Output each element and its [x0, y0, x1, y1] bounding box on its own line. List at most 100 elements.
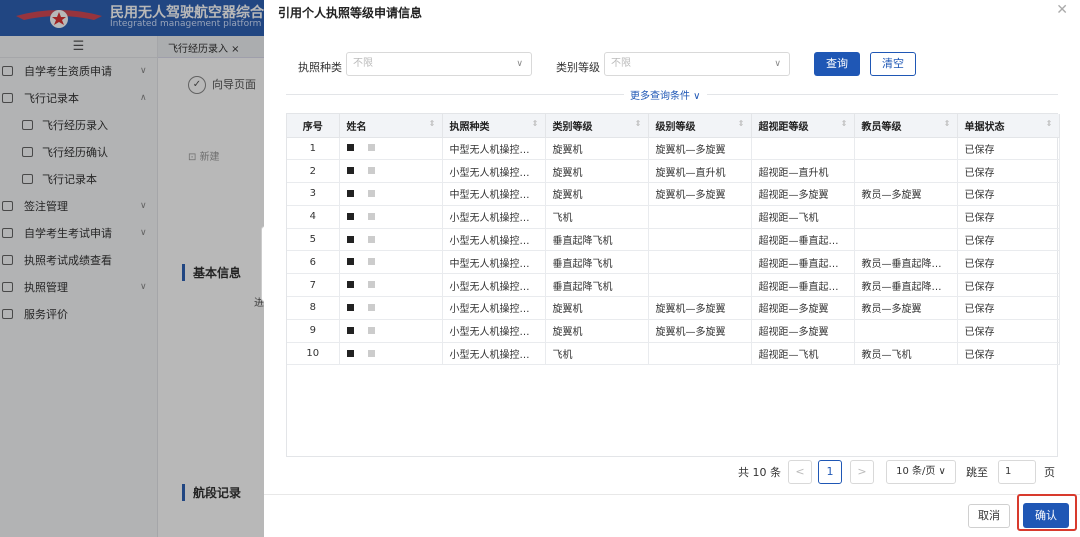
table-row[interactable]: 1 中型无人机操控… 旋翼机 旋翼机—多旋翼 已保存	[287, 137, 1060, 161]
cell-name-masked	[339, 182, 443, 206]
col-header-label: 执照种类	[449, 121, 490, 133]
sort-icon[interactable]: ⇕	[944, 119, 951, 128]
table-cell: 旋翼机—多旋翼	[648, 319, 752, 343]
jump-label: 跳至	[966, 466, 988, 479]
query-button[interactable]: 查询	[814, 52, 860, 76]
redaction-mask	[346, 303, 354, 311]
table-row[interactable]: 4 小型无人机操控… 飞机 超视距—飞机 已保存	[287, 205, 1060, 229]
table-cell	[751, 137, 855, 161]
cell-name-masked	[339, 296, 443, 320]
cell-index: 5	[287, 228, 340, 252]
col-header-level-grade[interactable]: 级别等级 ⇕	[648, 114, 752, 138]
table-cell: 超视距—垂直起…	[751, 273, 855, 298]
redaction-mask	[367, 189, 375, 197]
redaction-mask	[346, 189, 354, 197]
clear-button[interactable]: 清空	[870, 52, 916, 76]
table-cell: 已保存	[957, 137, 1060, 161]
table-header-row: 序号 姓名 ⇕ 执照种类 ⇕ 类别等级 ⇕ 级别等级 ⇕ 超视距等级 ⇕ 教员等级 ⇕ 单据…	[287, 114, 1060, 138]
jump-page-input[interactable]: 1	[998, 460, 1036, 484]
table-row[interactable]: 8 小型无人机操控… 旋翼机 旋翼机—多旋翼 超视距—多旋翼 教员—多旋翼 已保存	[287, 296, 1060, 320]
confirm-button[interactable]: 确认	[1023, 503, 1069, 528]
cell-index: 10	[287, 342, 340, 366]
col-header-category-grade[interactable]: 类别等级 ⇕	[545, 114, 649, 138]
cancel-button[interactable]: 取消	[968, 504, 1010, 528]
col-header-license-type[interactable]: 执照种类 ⇕	[442, 114, 546, 138]
redaction-mask	[367, 167, 375, 175]
table-cell: 超视距—直升机	[751, 159, 855, 184]
table-cell: 飞机	[545, 205, 649, 229]
table-cell: 小型无人机操控…	[442, 159, 546, 184]
table-cell: 超视距—飞机	[751, 205, 855, 229]
sort-icon[interactable]: ⇕	[1046, 119, 1053, 128]
table-cell: 已保存	[957, 182, 1060, 206]
table-cell: 中型无人机操控…	[442, 137, 546, 161]
table-cell: 超视距—垂直起…	[751, 228, 855, 252]
table-row[interactable]: 10 小型无人机操控… 飞机 超视距—飞机 教员—飞机 已保存	[287, 342, 1060, 366]
col-header-instructor-grade[interactable]: 教员等级 ⇕	[854, 114, 958, 138]
table-row[interactable]: 6 中型无人机操控… 垂直起降飞机 超视距—垂直起… 教员—垂直起降… 已保存	[287, 250, 1060, 275]
pagination-total: 共 10 条	[738, 466, 781, 479]
col-header-label: 类别等级	[552, 121, 593, 133]
table-row[interactable]: 7 小型无人机操控… 垂直起降飞机 超视距—垂直起… 教员—垂直起降… 已保存	[287, 273, 1060, 298]
table-cell: 教员—多旋翼	[854, 296, 958, 320]
redaction-mask	[367, 326, 375, 334]
sort-icon[interactable]: ⇕	[841, 119, 848, 128]
table-cell: 小型无人机操控…	[442, 228, 546, 252]
sort-icon[interactable]: ⇕	[532, 119, 539, 128]
sort-icon[interactable]: ⇕	[635, 119, 642, 128]
table-cell	[648, 273, 752, 298]
cell-index: 9	[287, 319, 340, 343]
cell-index: 8	[287, 296, 340, 320]
table-cell: 小型无人机操控…	[442, 296, 546, 320]
table-cell: 飞机	[545, 342, 649, 366]
table-cell: 超视距—多旋翼	[751, 182, 855, 206]
table-cell: 旋翼机	[545, 182, 649, 206]
table-cell: 教员—垂直起降…	[854, 273, 958, 298]
table-row[interactable]: 3 中型无人机操控… 旋翼机 旋翼机—多旋翼 超视距—多旋翼 教员—多旋翼 已保存	[287, 182, 1060, 206]
modal-overlay[interactable]	[0, 0, 264, 537]
col-header-label: 级别等级	[655, 121, 696, 133]
cell-name-masked	[339, 159, 443, 184]
cell-name-masked	[339, 205, 443, 229]
page-1-button[interactable]: 1	[818, 460, 842, 484]
chevron-down-icon: ∨	[516, 59, 523, 69]
table-cell: 小型无人机操控…	[442, 319, 546, 343]
col-header-bvlos-grade[interactable]: 超视距等级 ⇕	[751, 114, 855, 138]
prev-page-button[interactable]: <	[788, 460, 812, 484]
table-cell: 垂直起降飞机	[545, 250, 649, 275]
page-size-select[interactable]: 10 条/页 ∨	[886, 460, 956, 484]
table-cell: 旋翼机	[545, 159, 649, 184]
col-header-name[interactable]: 姓名 ⇕	[339, 114, 443, 138]
col-header-label: 单据状态	[964, 121, 1005, 133]
table-cell: 小型无人机操控…	[442, 273, 546, 298]
col-header-label: 姓名	[346, 121, 367, 133]
close-icon[interactable]: ✕	[1056, 2, 1068, 18]
table-cell	[854, 137, 958, 161]
next-page-button[interactable]: >	[850, 460, 874, 484]
table-cell: 小型无人机操控…	[442, 205, 546, 229]
sort-icon[interactable]: ⇕	[429, 119, 436, 128]
category-grade-select[interactable]: 不限 ∨	[604, 52, 790, 76]
redaction-mask	[367, 349, 375, 357]
table-cell: 旋翼机—多旋翼	[648, 137, 752, 161]
table-cell: 超视距—垂直起…	[751, 250, 855, 275]
table-cell: 教员—多旋翼	[854, 182, 958, 206]
license-type-select[interactable]: 不限 ∨	[346, 52, 532, 76]
table-cell	[854, 205, 958, 229]
table-cell: 超视距—多旋翼	[751, 319, 855, 343]
redaction-mask	[346, 212, 354, 220]
table-cell: 旋翼机	[545, 296, 649, 320]
table-cell	[648, 228, 752, 252]
redaction-mask	[367, 303, 375, 311]
table-cell: 已保存	[957, 228, 1060, 252]
table-row[interactable]: 2 小型无人机操控… 旋翼机 旋翼机—直升机 超视距—直升机 已保存	[287, 159, 1060, 184]
sort-icon[interactable]: ⇕	[738, 119, 745, 128]
more-conditions-toggle[interactable]: 更多查询条件 ∨	[624, 87, 707, 102]
redaction-mask	[346, 258, 354, 266]
redaction-mask	[346, 349, 354, 357]
table-row[interactable]: 5 小型无人机操控… 垂直起降飞机 超视距—垂直起… 已保存	[287, 228, 1060, 252]
col-header-status[interactable]: 单据状态 ⇕	[957, 114, 1060, 138]
table-cell: 已保存	[957, 159, 1060, 184]
table-cell: 旋翼机—直升机	[648, 159, 752, 184]
table-row[interactable]: 9 小型无人机操控… 旋翼机 旋翼机—多旋翼 超视距—多旋翼 已保存	[287, 319, 1060, 343]
